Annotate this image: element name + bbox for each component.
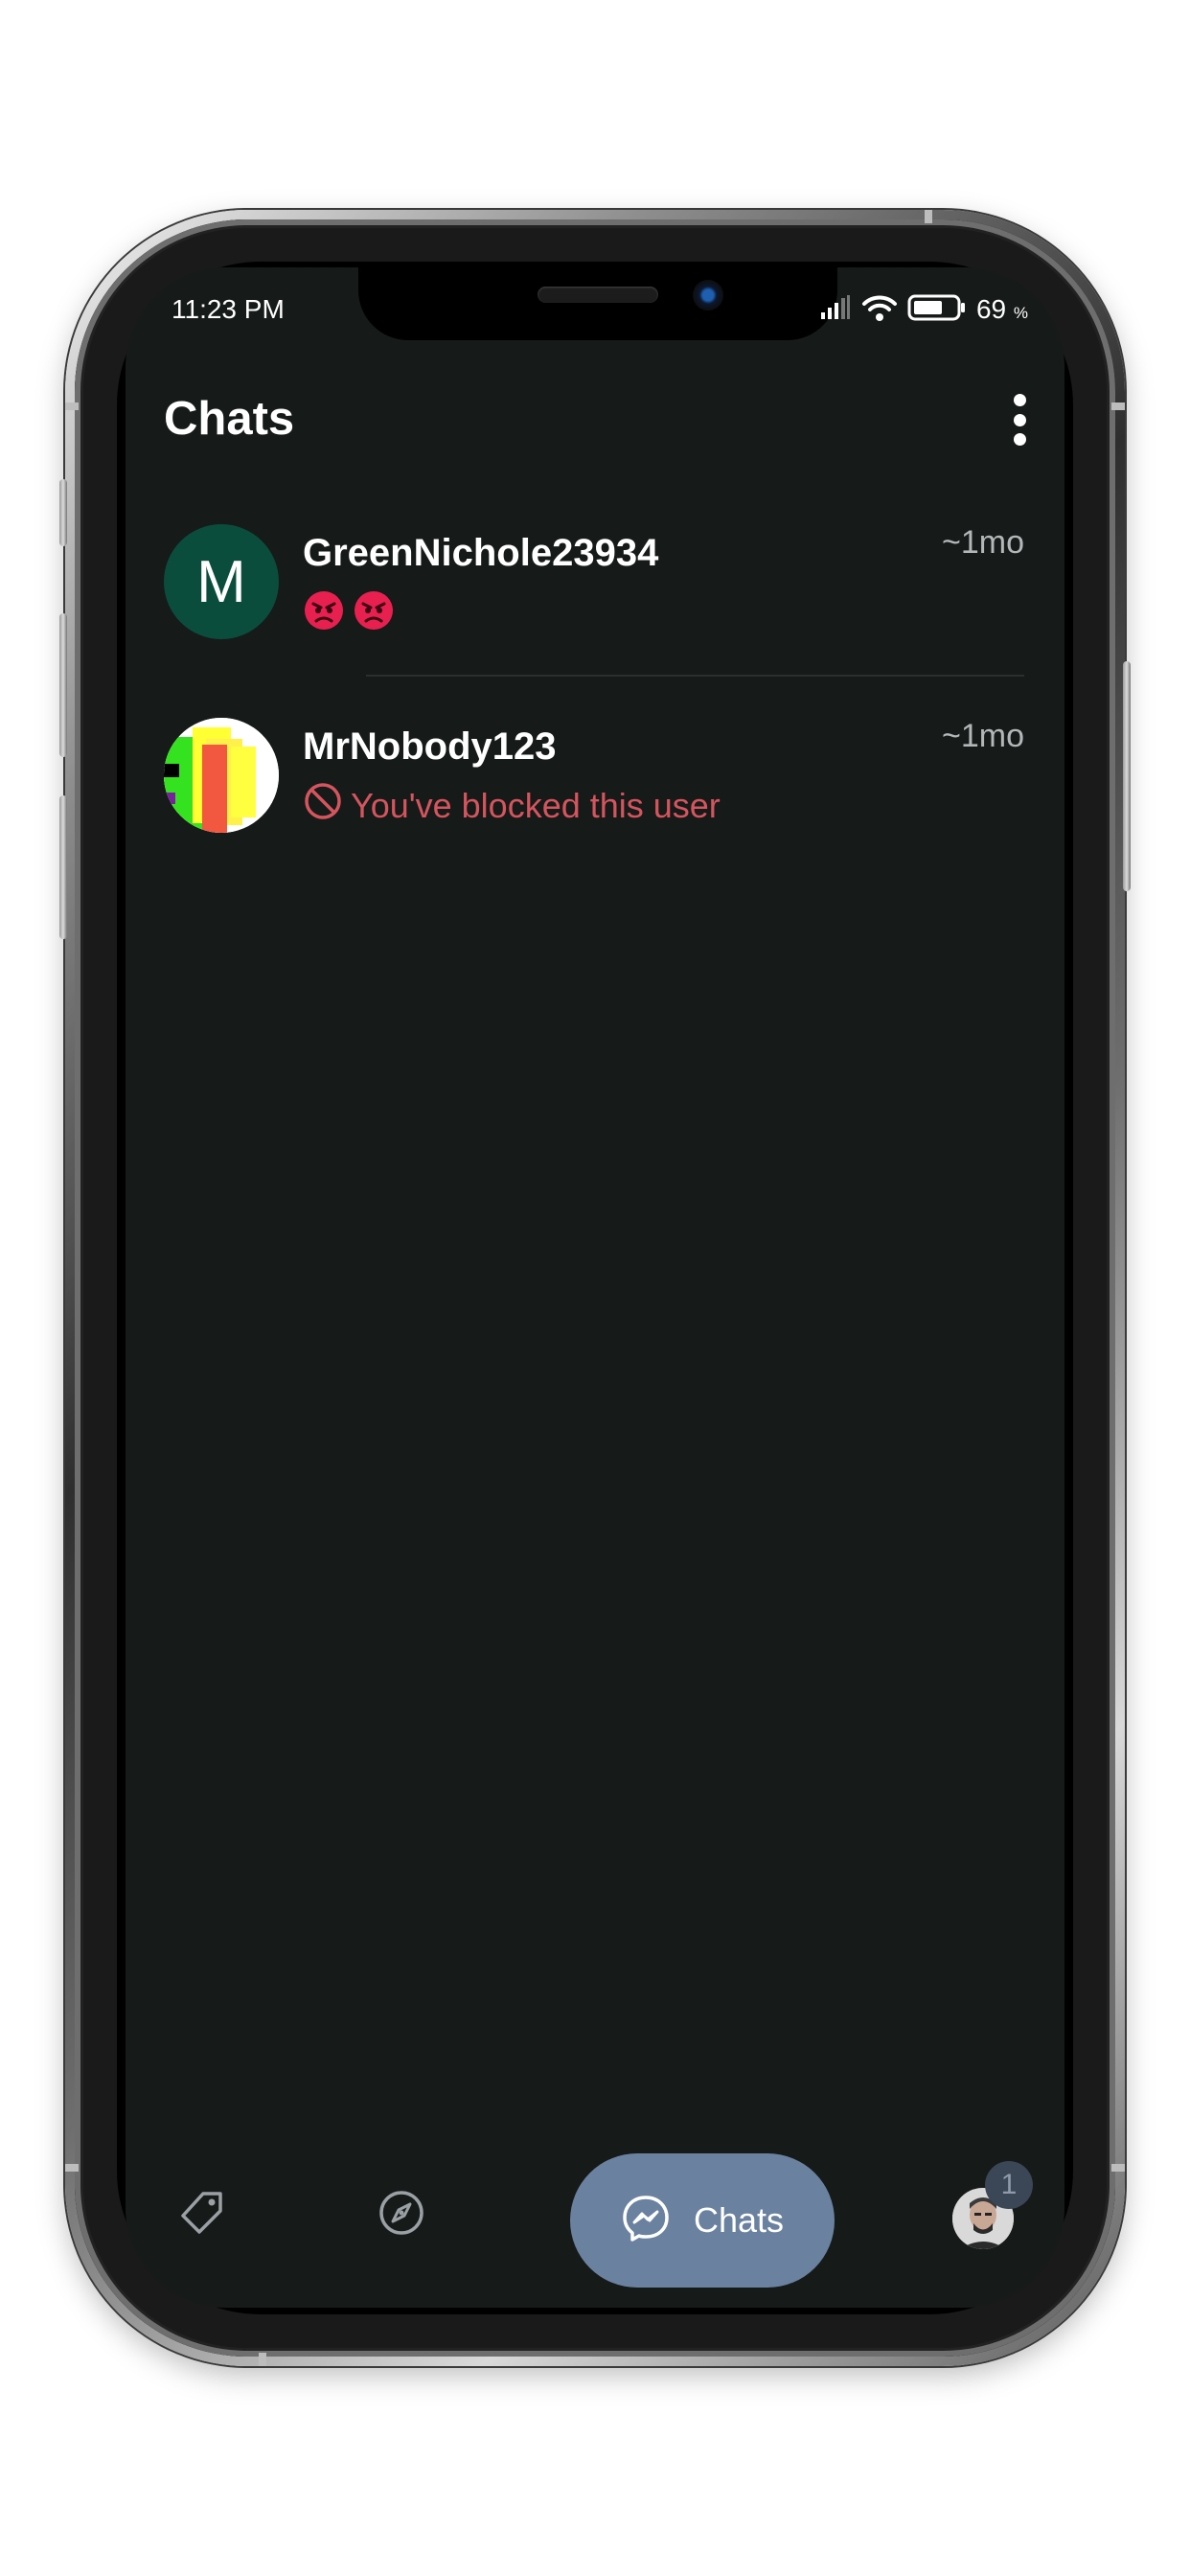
antenna-line <box>1111 2164 1125 2172</box>
notification-badge: 1 <box>985 2161 1033 2209</box>
avatar: M <box>164 524 279 639</box>
more-options-button[interactable] <box>1005 394 1034 446</box>
notch <box>358 267 837 340</box>
antenna-line <box>1111 402 1125 410</box>
battery-percentage: 69 % <box>975 294 1028 324</box>
nav-tag-button[interactable] <box>175 2188 229 2242</box>
chat-preview: You've blocked this user <box>303 781 721 830</box>
bottom-navigation: Chats 1 <box>126 2153 1064 2288</box>
side-button-power <box>1123 661 1131 891</box>
nav-explore-button[interactable] <box>375 2188 428 2242</box>
angry-face-emoji-icon <box>303 589 345 640</box>
antenna-line <box>925 210 932 223</box>
earpiece-speaker <box>538 287 658 303</box>
status-indicators: 69 % <box>819 290 1028 329</box>
more-vertical-icon-dot <box>1013 394 1026 406</box>
antenna-line <box>259 2353 266 2366</box>
chat-name: MrNobody123 <box>303 725 557 768</box>
chat-divider <box>366 675 1024 677</box>
messenger-icon <box>621 2194 671 2248</box>
wifi-icon <box>861 293 898 327</box>
chat-preview <box>303 589 395 640</box>
antenna-line <box>65 2164 79 2172</box>
side-button-volume-up <box>59 613 67 757</box>
battery-icon <box>907 293 967 327</box>
chat-time: ~1mo <box>942 718 1024 754</box>
side-button-mute <box>59 479 67 546</box>
signal-bars-icon <box>819 294 852 325</box>
more-vertical-icon-dot <box>1013 433 1026 446</box>
status-time: 11:23 PM <box>172 294 285 324</box>
antenna-line <box>65 402 79 410</box>
app-screen: 11:23 PM 69 % Chats M GreenNichole23934 … <box>126 267 1064 2308</box>
side-button-volume-down <box>59 795 67 939</box>
page-title: Chats <box>164 393 295 445</box>
avatar <box>164 718 279 833</box>
nav-chats-button[interactable]: Chats <box>570 2153 835 2288</box>
chat-list-item[interactable]: MrNobody123 ~1mo You've blocked this use… <box>126 718 1064 890</box>
chat-list-item[interactable]: M GreenNichole23934 ~1mo <box>126 524 1064 697</box>
tag-icon <box>178 2189 226 2242</box>
blocked-message: You've blocked this user <box>351 785 721 825</box>
chat-time: ~1mo <box>942 524 1024 561</box>
compass-icon <box>378 2189 425 2242</box>
block-icon <box>303 781 343 830</box>
nav-profile-button[interactable]: 1 <box>952 2161 1033 2249</box>
front-camera <box>693 280 723 310</box>
angry-face-emoji-icon <box>353 589 395 640</box>
chat-name: GreenNichole23934 <box>303 532 659 574</box>
nav-chats-label: Chats <box>693 2200 785 2240</box>
more-vertical-icon-dot <box>1013 413 1026 426</box>
